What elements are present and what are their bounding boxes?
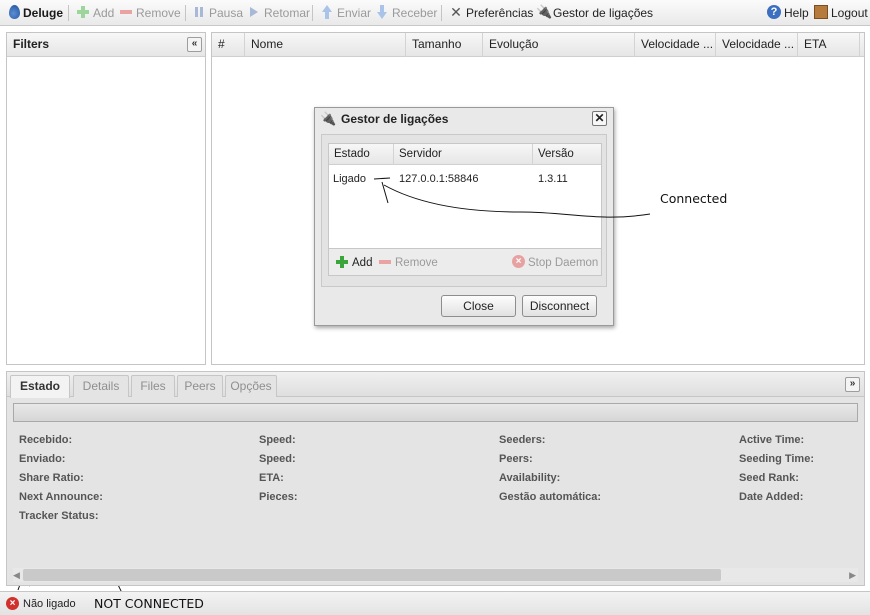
collapse-details-button[interactable]: » xyxy=(845,377,860,392)
details-panel: Estado Details Files Peers Opções » Rece… xyxy=(6,371,865,586)
label-seeding-time: Seeding Time: xyxy=(739,453,814,465)
horizontal-scrollbar[interactable]: ◀ ▶ xyxy=(13,568,858,582)
details-tabs: Estado Details Files Peers Opções » xyxy=(7,372,864,398)
scroll-left-icon[interactable]: ◀ xyxy=(13,568,20,582)
label-downloaded: Recebido: xyxy=(19,434,73,446)
tab-details[interactable]: Details xyxy=(73,375,129,397)
label-next-announce: Next Announce: xyxy=(19,491,103,503)
not-connected-annotation: NOT CONNECTED xyxy=(94,596,204,611)
torrent-progress-bar xyxy=(13,403,858,422)
label-peers: Peers: xyxy=(499,453,533,465)
tab-files[interactable]: Files xyxy=(131,375,175,397)
label-eta: ETA: xyxy=(259,472,284,484)
tab-peers[interactable]: Peers xyxy=(177,375,223,397)
scroll-right-icon[interactable]: ▶ xyxy=(849,568,856,582)
tab-options[interactable]: Opções xyxy=(225,375,277,397)
label-auto-managed: Gestão automática: xyxy=(499,491,602,503)
label-seed-rank: Seed Rank: xyxy=(739,472,799,484)
label-availability: Availability: xyxy=(499,472,561,484)
label-date-added: Date Added: xyxy=(739,491,804,503)
label-download-speed: Speed: xyxy=(259,434,296,446)
label-seeders: Seeders: xyxy=(499,434,546,446)
label-uploaded: Enviado: xyxy=(19,453,66,465)
label-pieces: Pieces: xyxy=(259,491,298,503)
connection-status[interactable]: Não ligado xyxy=(23,598,76,610)
label-active-time: Active Time: xyxy=(739,434,805,446)
connected-annotation: Connected xyxy=(660,191,728,206)
label-upload-speed: Speed: xyxy=(259,453,296,465)
label-tracker-status: Tracker Status: xyxy=(19,510,99,522)
scrollbar-thumb[interactable] xyxy=(23,569,721,581)
tab-status[interactable]: Estado xyxy=(10,375,70,398)
label-share-ratio: Share Ratio: xyxy=(19,472,84,484)
status-bar: × Não ligado NOT CONNECTED xyxy=(0,591,870,615)
error-icon: × xyxy=(6,597,19,610)
